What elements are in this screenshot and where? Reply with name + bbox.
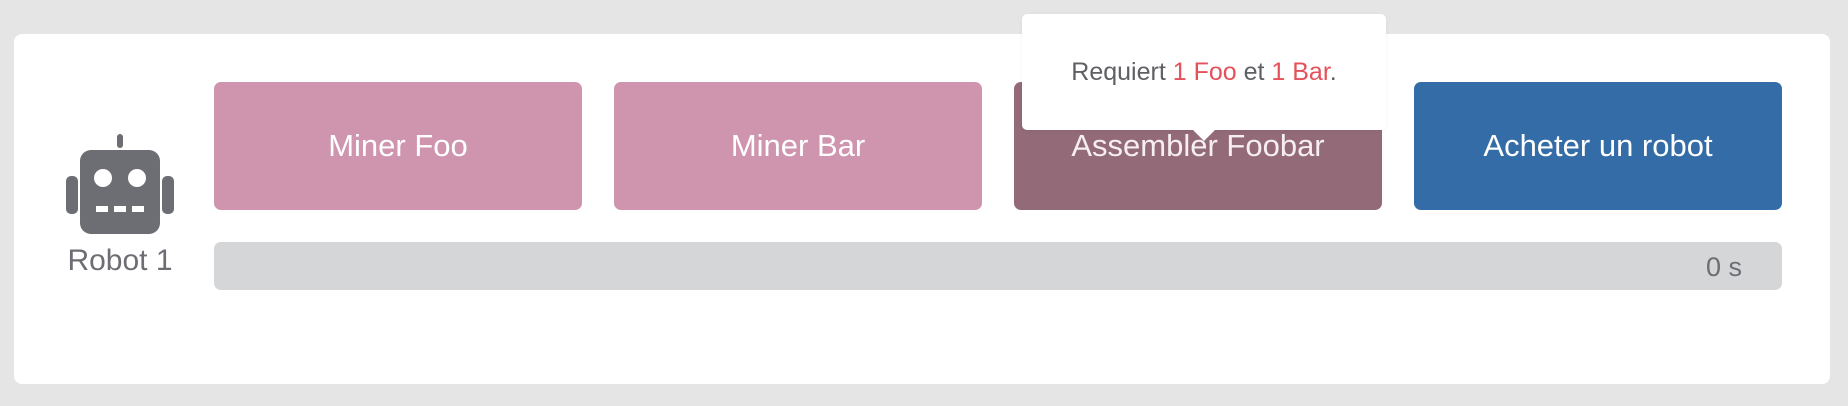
robot-identity: Robot 1 [42,134,198,278]
tooltip-text: Requiert 1 Foo et 1 Bar. [1071,58,1336,87]
requirement-tooltip: Requiert 1 Foo et 1 Bar. [1022,14,1386,141]
buy-robot-button[interactable]: Acheter un robot [1414,82,1782,210]
tooltip-suffix: . [1329,58,1337,86]
robot-card: Robot 1 Miner Foo Miner Bar Assembler Fo… [14,34,1830,384]
mine-foo-button[interactable]: Miner Foo [214,82,582,210]
tooltip-foo-requirement: 1 Foo [1172,58,1237,86]
mine-bar-button[interactable]: Miner Bar [614,82,982,210]
tooltip-arrow [1193,130,1215,141]
robot-icon [66,134,174,234]
tooltip-bar-requirement: 1 Bar [1271,58,1330,86]
robot-name: Robot 1 [67,244,173,277]
progress-time-label: 0 s [1705,252,1742,282]
task-progress-bar: 0 s [214,242,1782,290]
tooltip-prefix: Requiert [1071,58,1173,86]
tooltip-conjunction: et [1236,58,1272,86]
